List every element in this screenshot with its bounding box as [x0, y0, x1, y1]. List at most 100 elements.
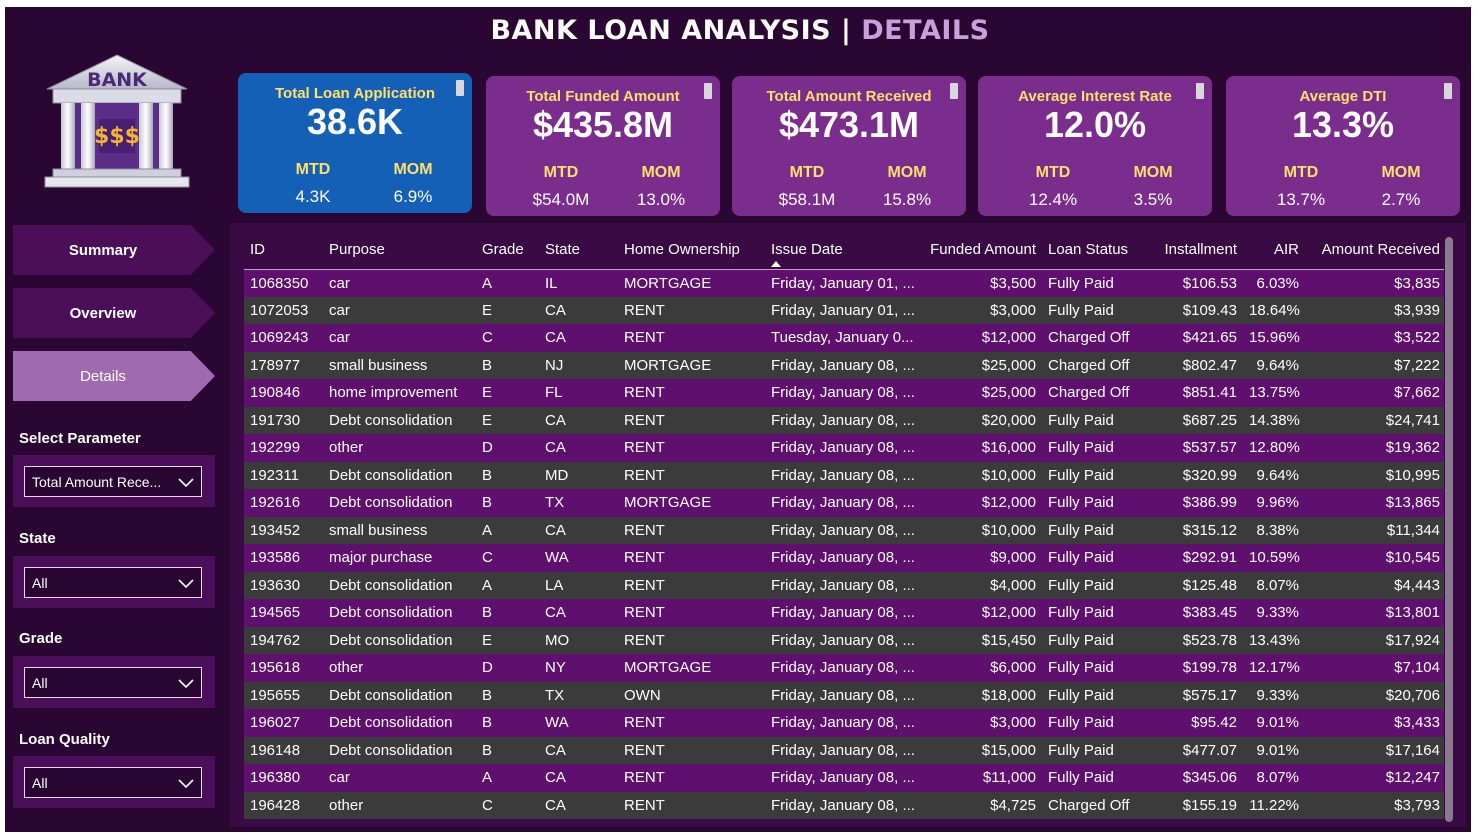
table-row[interactable]: 1069243 car C CA RENT Tuesday, January 0... $1…	[244, 324, 1446, 352]
kpi-mom-label: MOM	[1381, 164, 1421, 181]
table-cell: 9.01%	[1243, 736, 1305, 764]
kpi-mom-value: 6.9%	[393, 187, 433, 206]
kpi-average-interest-rate[interactable]: Average Interest Rate 12.0% MTD MOM 12.4…	[978, 76, 1212, 216]
select-parameter-dropdown[interactable]: Total Amount Rece...	[24, 466, 202, 497]
nav-summary[interactable]: Summary	[13, 225, 215, 275]
table-cell: 1069243	[244, 324, 323, 352]
table-row[interactable]: 192616 Debt consolidation B TX MORTGAGE Frida…	[244, 489, 1446, 517]
table-cell: $13,865	[1305, 489, 1446, 517]
table-row[interactable]: 195618 other D NY MORTGAGE Friday, January 08…	[244, 654, 1446, 682]
table-cell: WA	[539, 544, 618, 572]
chevron-down-icon	[178, 578, 194, 588]
table-cell: Debt consolidation	[323, 736, 476, 764]
table-cell: Debt consolidation	[323, 461, 476, 489]
table-cell: TX	[539, 489, 618, 517]
table-cell: 192311	[244, 461, 323, 489]
drag-handle-icon[interactable]	[1444, 83, 1452, 99]
table-row[interactable]: 195655 Debt consolidation B TX OWN Friday, Ja…	[244, 681, 1446, 709]
table-cell: 1068350	[244, 269, 323, 297]
drag-handle-icon[interactable]	[456, 80, 464, 96]
kpi-total-funded-amount[interactable]: Total Funded Amount $435.8M MTD MOM $54.…	[486, 76, 720, 216]
column-header-issue-date[interactable]: Issue Date	[765, 231, 917, 270]
table-cell: 15.96%	[1243, 324, 1305, 352]
drag-handle-icon[interactable]	[950, 83, 958, 99]
table-cell: Debt consolidation	[323, 571, 476, 599]
loan-quality-dropdown[interactable]: All	[24, 767, 202, 798]
kpi-value: 12.0%	[1043, 104, 1147, 145]
column-header-air[interactable]: AIR	[1243, 231, 1305, 270]
table-cell: 8.07%	[1243, 764, 1305, 792]
kpi-total-amount-received[interactable]: Total Amount Received $473.1M MTD MOM $5…	[732, 76, 966, 216]
select-parameter-slicer: Total Amount Rece...	[13, 455, 215, 507]
table-cell: $25,000	[917, 379, 1042, 407]
table-cell: A	[476, 269, 539, 297]
table-cell: Friday, January 08, ...	[765, 516, 917, 544]
table-cell: Fully Paid	[1042, 626, 1146, 654]
table-row[interactable]: 192311 Debt consolidation B MD RENT Friday, J…	[244, 461, 1446, 489]
table-scrollbar-thumb[interactable]	[1445, 237, 1453, 822]
table-cell: RENT	[618, 461, 765, 489]
kpi-mom-label: MOM	[393, 161, 433, 178]
table-cell: Friday, January 08, ...	[765, 571, 917, 599]
kpi-average-dti[interactable]: Average DTI 13.3% MTD MOM 13.7% 2.7%	[1226, 76, 1460, 216]
table-row[interactable]: 196380 car A CA RENT Friday, January 08, ... $…	[244, 764, 1446, 792]
table-cell: RENT	[618, 571, 765, 599]
column-header-home-ownership[interactable]: Home Ownership	[618, 231, 765, 270]
nav-details[interactable]: Details	[13, 351, 215, 401]
column-header-grade[interactable]: Grade	[476, 231, 539, 270]
column-header-purpose[interactable]: Purpose	[323, 231, 476, 270]
table-cell: $3,939	[1305, 296, 1446, 324]
column-header-state[interactable]: State	[539, 231, 618, 270]
table-cell: C	[476, 791, 539, 819]
kpi-mtd-label: MTD	[789, 164, 825, 181]
column-header-installment[interactable]: Installment	[1146, 231, 1243, 270]
kpi-mtd-label: MTD	[1283, 164, 1319, 181]
table-cell: CA	[539, 434, 618, 462]
table-row[interactable]: 196148 Debt consolidation B CA RENT Friday, J…	[244, 736, 1446, 764]
column-header-loan-status[interactable]: Loan Status	[1042, 231, 1146, 270]
chevron-down-icon	[178, 778, 194, 788]
table-row[interactable]: 1068350 car A IL MORTGAGE Friday, January 01,…	[244, 269, 1446, 297]
table-row[interactable]: 192299 other D CA RENT Friday, January 08, ..…	[244, 434, 1446, 462]
state-dropdown[interactable]: All	[24, 567, 202, 598]
table-cell: 193586	[244, 544, 323, 572]
table-cell: $3,000	[917, 296, 1042, 324]
table-row[interactable]: 194565 Debt consolidation B CA RENT Friday, J…	[244, 599, 1446, 627]
table-row[interactable]: 196027 Debt consolidation B WA RENT Friday, J…	[244, 709, 1446, 737]
table-cell: Charged Off	[1042, 324, 1146, 352]
column-header-amount-received[interactable]: Amount Received	[1305, 231, 1446, 270]
title-accent: DETAILS	[861, 15, 990, 46]
drag-handle-icon[interactable]	[1196, 83, 1204, 99]
table-cell: $3,500	[917, 269, 1042, 297]
table-cell: Charged Off	[1042, 379, 1146, 407]
table-cell: $17,164	[1305, 736, 1446, 764]
table-scrollbar[interactable]	[1444, 237, 1454, 822]
column-header-id[interactable]: ID	[244, 231, 323, 270]
table-cell: RENT	[618, 544, 765, 572]
nav-overview[interactable]: Overview	[13, 288, 215, 338]
table-row[interactable]: 193586 major purchase C WA RENT Friday, Janua…	[244, 544, 1446, 572]
kpi-total-loan-application[interactable]: Total Loan Application 38.6K MTD MOM 4.3…	[238, 73, 472, 213]
table-row[interactable]: 193452 small business A CA RENT Friday, Janua…	[244, 516, 1446, 544]
table-cell: $125.48	[1146, 571, 1243, 599]
table-row[interactable]: 194762 Debt consolidation E MO RENT Friday, J…	[244, 626, 1446, 654]
table-cell: TX	[539, 681, 618, 709]
table-cell: 12.17%	[1243, 654, 1305, 682]
grade-dropdown[interactable]: All	[24, 667, 202, 698]
table-row[interactable]: 196428 other C CA RENT Friday, January 08, ..…	[244, 791, 1446, 819]
kpi-mtd-value: $58.1M	[778, 190, 836, 209]
table-row[interactable]: 191730 Debt consolidation E CA RENT Friday, J…	[244, 406, 1446, 434]
table-row[interactable]: 1072053 car E CA RENT Friday, January 01, ...…	[244, 296, 1446, 324]
drag-handle-icon[interactable]	[704, 83, 712, 99]
title-separator: |	[840, 15, 852, 46]
table-cell: $477.07	[1146, 736, 1243, 764]
kpi-mtd-label: MTD	[295, 161, 331, 178]
column-header-funded-amount[interactable]: Funded Amount	[917, 231, 1042, 270]
table-cell: Fully Paid	[1042, 709, 1146, 737]
table-row[interactable]: 193630 Debt consolidation A LA RENT Friday, J…	[244, 571, 1446, 599]
table-cell: $95.42	[1146, 709, 1243, 737]
table-row[interactable]: 178977 small business B NJ MORTGAGE Friday, J…	[244, 351, 1446, 379]
table-cell: $20,706	[1305, 681, 1446, 709]
table-row[interactable]: 190846 home improvement E FL RENT Friday, Jan…	[244, 379, 1446, 407]
table-cell: NJ	[539, 351, 618, 379]
